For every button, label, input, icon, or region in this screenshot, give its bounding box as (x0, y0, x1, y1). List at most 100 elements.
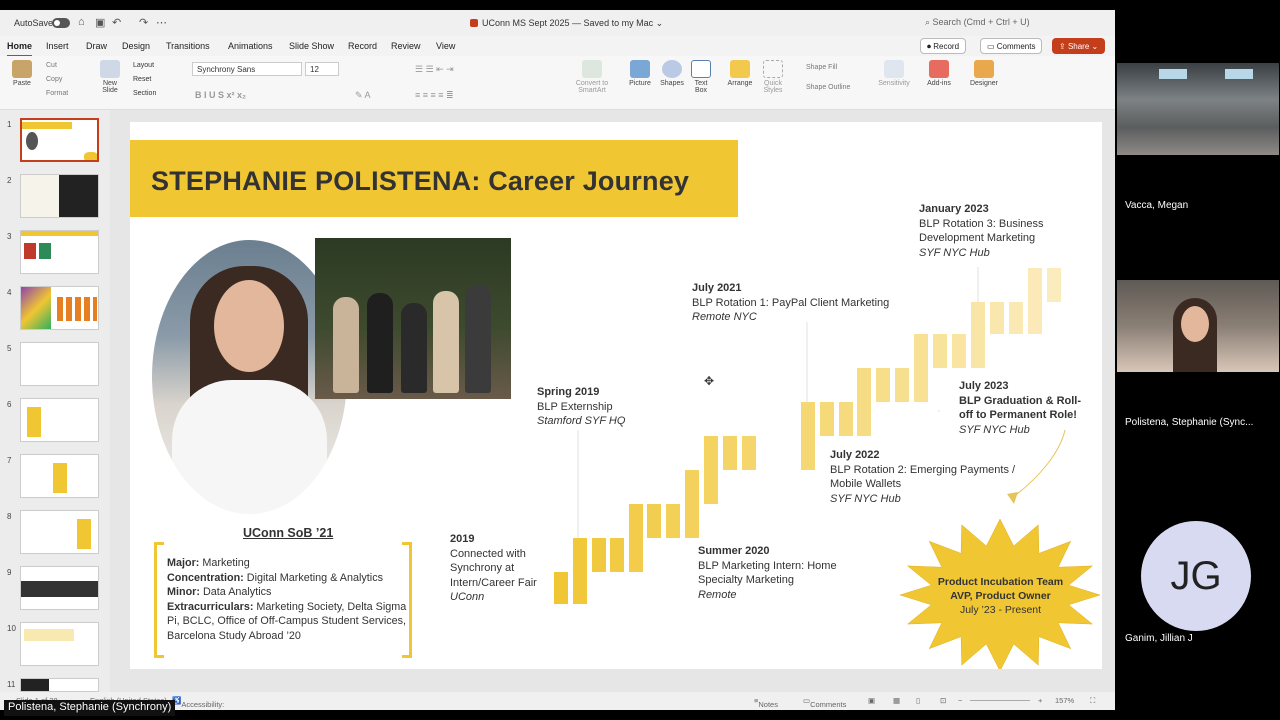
participant-video-stephanie[interactable] (1117, 280, 1279, 372)
zoom-in-icon[interactable]: + (1038, 696, 1042, 705)
tab-animations[interactable]: Animations (228, 41, 273, 51)
document-title[interactable]: UConn MS Sept 2025 — Saved to my Mac ⌄ (470, 18, 663, 29)
milestone-spring-2019[interactable]: Spring 2019 BLP Externship Stamford SYF … (537, 385, 625, 429)
section-button[interactable]: Section (133, 90, 156, 97)
comments-status-button[interactable]: ▭ Comments (803, 696, 846, 709)
shape-outline-button[interactable]: Shape Outline (806, 84, 850, 91)
tab-transitions[interactable]: Transitions (166, 41, 210, 51)
sensitivity-button[interactable]: Sensitivity (876, 60, 912, 87)
staircase-bar (801, 402, 815, 470)
zoom-level[interactable]: 157% (1055, 696, 1074, 705)
slideshow-icon[interactable]: ⊡ (940, 696, 946, 705)
milestone-2019[interactable]: 2019 Connected with Synchrony at Intern/… (450, 532, 537, 605)
align-icon[interactable]: ≡ ≡ ≡ ≡ ≣ (415, 90, 454, 101)
milestone-july-2021[interactable]: July 2021 BLP Rotation 1: PayPal Client … (692, 281, 889, 325)
new-slide-button[interactable]: New Slide (96, 60, 124, 94)
font-family-select[interactable]: Synchrony Sans (192, 62, 302, 76)
tab-review[interactable]: Review (391, 41, 421, 51)
document-title-text: UConn MS Sept 2025 — Saved to my Mac (482, 18, 654, 28)
paste-button[interactable]: Paste (8, 60, 36, 87)
slide-thumbnail-7[interactable] (20, 454, 99, 498)
redo-icon[interactable]: ↷ (139, 16, 148, 29)
tab-design[interactable]: Design (122, 41, 150, 51)
picture-button[interactable]: Picture (626, 60, 654, 87)
thumb-title-band (21, 231, 98, 236)
copy-button[interactable]: Copy (46, 76, 62, 83)
milestone-text: Connected with (450, 547, 526, 560)
share-button[interactable]: ⇪ Share ⌄ (1052, 38, 1106, 54)
more-icon[interactable]: ⋯ (156, 16, 167, 29)
tab-record[interactable]: Record (348, 41, 377, 51)
addins-button[interactable]: Add-ins (926, 60, 952, 87)
search-input[interactable]: ⌕ Search (Cmd + Ctrl + U) (925, 17, 1030, 28)
font-size-select[interactable]: 12 (305, 62, 339, 76)
milestone-place: UConn (450, 591, 485, 603)
slide-thumbnail-2[interactable] (20, 174, 99, 218)
record-button-label: Record (933, 42, 960, 51)
slide-sorter-icon[interactable]: ▦ (893, 696, 900, 705)
tab-home[interactable]: Home (7, 41, 33, 57)
text-box-button[interactable]: Text Box (690, 60, 712, 94)
format-painter-button[interactable]: Format (46, 90, 68, 97)
thumb-panel (21, 175, 59, 217)
home-icon[interactable]: ⌂ (78, 16, 85, 28)
notes-button[interactable]: ≡ Notes (754, 696, 778, 709)
cut-button[interactable]: Cut (46, 62, 57, 69)
slide-thumbnail-1[interactable] (20, 118, 99, 162)
slide-thumbnail-10[interactable] (20, 622, 99, 666)
thumb-number: 1 (7, 120, 12, 129)
designer-button[interactable]: Designer (968, 60, 1000, 87)
slide-thumbnail-9[interactable] (20, 566, 99, 610)
participant-name: Vacca, Megan (1125, 200, 1189, 211)
tab-slide-show[interactable]: Slide Show (289, 41, 334, 51)
bullets-icon[interactable]: ☰ ☰ ⇤ ⇥ (415, 64, 454, 75)
zoom-slider[interactable] (970, 700, 1030, 701)
bold-icon[interactable]: B I U S x² x₂ (195, 90, 246, 100)
comments-button[interactable]: ▭ Comments (980, 38, 1043, 54)
reading-view-icon[interactable]: ▯ (916, 696, 920, 705)
picture-label: Picture (629, 80, 651, 87)
normal-view-icon[interactable]: ▣ (868, 696, 875, 705)
milestone-january-2023[interactable]: January 2023 BLP Rotation 3: Business De… (919, 202, 1044, 260)
record-button[interactable]: ⏺ Record (920, 38, 967, 54)
slide-thumbnail-11[interactable] (20, 678, 99, 692)
slide-thumbnail-6[interactable] (20, 398, 99, 442)
participant-avatar[interactable]: JG (1141, 521, 1251, 631)
staircase-bar (1009, 302, 1023, 334)
text-box-label: Text Box (694, 80, 708, 94)
tab-view[interactable]: View (436, 41, 455, 51)
search-placeholder: Search (Cmd + Ctrl + U) (932, 17, 1030, 27)
autosave-toggle[interactable] (52, 18, 70, 28)
slide-thumbnail-3[interactable] (20, 230, 99, 274)
zoom-out-icon[interactable]: − (958, 696, 962, 705)
milestone-summer-2020[interactable]: Summer 2020 BLP Marketing Intern: Home S… (698, 544, 837, 602)
slide[interactable]: STEPHANIE POLISTENA: Career Journey UCon… (130, 122, 1102, 669)
milestone-date: July 2022 (830, 449, 880, 461)
slide-thumbnail-8[interactable] (20, 510, 99, 554)
undo-icon[interactable]: ↶ (112, 16, 121, 29)
tab-insert[interactable]: Insert (46, 41, 69, 51)
font-color-icon[interactable]: ✎ A (355, 90, 371, 101)
starburst-line: AVP, Product Owner (950, 590, 1051, 602)
sensitivity-icon (884, 60, 904, 78)
save-icon[interactable]: ▣ (95, 16, 105, 29)
participant-video-room[interactable] (1117, 63, 1279, 155)
fit-to-window-icon[interactable]: ⛶ (1090, 696, 1095, 706)
thumb-number: 10 (7, 624, 16, 633)
staircase-bar (1047, 268, 1061, 302)
slide-thumbnail-4[interactable] (20, 286, 99, 330)
tab-draw[interactable]: Draw (86, 41, 107, 51)
milestone-july-2023[interactable]: July 2023 BLP Graduation & Roll- off to … (959, 379, 1081, 437)
shape-fill-button[interactable]: Shape Fill (806, 64, 837, 71)
layout-button[interactable]: Layout (133, 62, 154, 69)
milestone-place: Stamford SYF HQ (537, 415, 626, 427)
picture-icon (630, 60, 650, 78)
milestone-july-2022[interactable]: July 2022 BLP Rotation 2: Emerging Payme… (830, 448, 1015, 506)
arrange-button[interactable]: Arrange (726, 60, 754, 87)
quick-styles-button[interactable]: Quick Styles (760, 60, 786, 94)
reset-button[interactable]: Reset (133, 76, 151, 83)
shapes-button[interactable]: Shapes (658, 60, 686, 87)
milestone-text: Intern/Career Fair (450, 576, 537, 589)
slide-thumbnail-5[interactable] (20, 342, 99, 386)
convert-smartart-button[interactable]: Convert to SmartArt (574, 60, 610, 94)
